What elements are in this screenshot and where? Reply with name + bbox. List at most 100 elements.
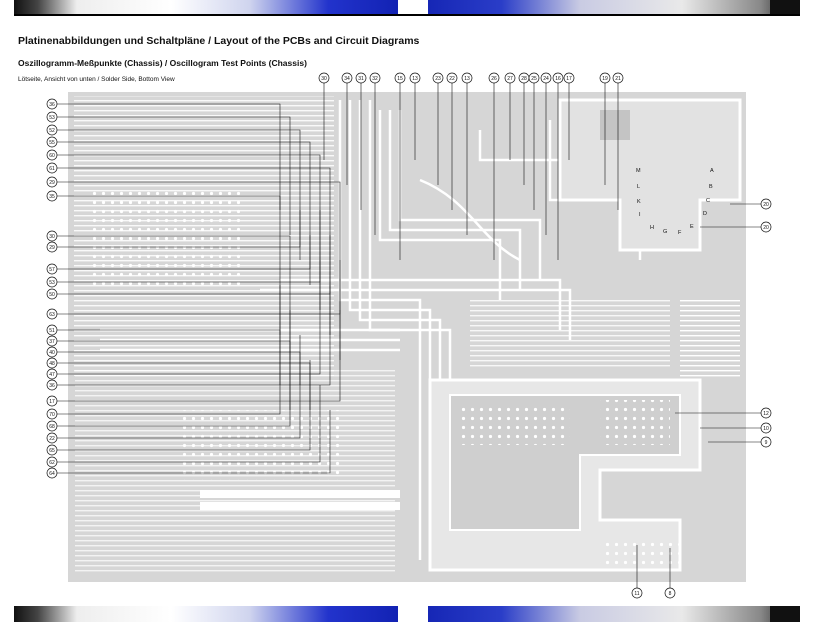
svg-text:64: 64: [49, 471, 55, 477]
test-point-left-37: 37: [46, 335, 58, 347]
svg-text:29: 29: [49, 180, 55, 186]
test-point-top-13: 13: [461, 72, 473, 84]
pcb-layout-diagram: M L K I H G F E D C B A 3653525560612935…: [46, 72, 772, 599]
svg-text:65: 65: [49, 448, 55, 454]
svg-text:34: 34: [344, 76, 350, 82]
svg-text:60: 60: [49, 153, 55, 159]
test-point-left-53: 53: [46, 111, 58, 123]
svg-text:13: 13: [464, 76, 470, 82]
svg-text:63: 63: [49, 312, 55, 318]
test-point-left-68: 68: [46, 420, 58, 432]
svg-text:51: 51: [49, 328, 55, 334]
svg-text:21: 21: [615, 76, 621, 82]
svg-text:68: 68: [49, 424, 55, 430]
connector-letter: G: [663, 229, 667, 235]
test-point-top-13: 13: [409, 72, 421, 84]
test-point-top-22: 22: [446, 72, 458, 84]
svg-text:22: 22: [49, 436, 55, 442]
test-point-bottom-8: 8: [664, 587, 676, 599]
svg-text:19: 19: [602, 76, 608, 82]
test-point-left-53: 53: [46, 276, 58, 288]
svg-text:17: 17: [49, 399, 55, 405]
svg-text:57: 57: [49, 267, 55, 273]
test-point-top-27: 27: [504, 72, 516, 84]
connector-letter: H: [650, 225, 654, 231]
test-point-right-20: 20: [760, 221, 772, 233]
test-point-left-61: 61: [46, 162, 58, 174]
test-point-left-63: 63: [46, 308, 58, 320]
test-point-top-23: 23: [432, 72, 444, 84]
svg-text:30: 30: [321, 76, 327, 82]
svg-text:8: 8: [669, 591, 672, 597]
svg-text:25: 25: [531, 76, 537, 82]
svg-text:17: 17: [566, 76, 572, 82]
svg-text:27: 27: [507, 76, 513, 82]
svg-text:62: 62: [49, 460, 55, 466]
test-point-left-22: 22: [46, 432, 58, 444]
svg-text:55: 55: [49, 140, 55, 146]
connector-letter: C: [706, 198, 710, 204]
connector-letter: L: [637, 184, 640, 190]
test-point-top-31: 31: [355, 72, 367, 84]
test-point-top-30: 30: [318, 72, 330, 84]
test-point-left-64: 64: [46, 467, 58, 479]
test-point-left-48: 48: [46, 357, 58, 369]
test-point-top-32: 32: [369, 72, 381, 84]
svg-text:10: 10: [763, 426, 769, 432]
svg-text:23: 23: [435, 76, 441, 82]
test-point-left-65: 65: [46, 444, 58, 456]
test-point-left-57: 57: [46, 263, 58, 275]
svg-text:47: 47: [49, 372, 55, 378]
svg-text:52: 52: [49, 128, 55, 134]
svg-text:35: 35: [49, 194, 55, 200]
test-point-left-30: 30: [46, 230, 58, 242]
svg-text:30: 30: [49, 234, 55, 240]
svg-text:70: 70: [49, 412, 55, 418]
test-point-left-55: 55: [46, 136, 58, 148]
test-point-top-15: 15: [394, 72, 406, 84]
test-point-top-19: 19: [599, 72, 611, 84]
test-point-left-62: 62: [46, 456, 58, 468]
svg-text:61: 61: [49, 166, 55, 172]
test-point-bottom-11: 11: [631, 587, 643, 599]
test-point-top-16: 16: [552, 72, 564, 84]
test-point-right-9: 9: [760, 436, 772, 448]
svg-text:40: 40: [49, 350, 55, 356]
svg-text:12: 12: [763, 411, 769, 417]
test-point-top-34: 34: [341, 72, 353, 84]
test-point-left-29: 29: [46, 176, 58, 188]
svg-text:11: 11: [634, 591, 639, 597]
test-point-left-60: 60: [46, 149, 58, 161]
bottom-decor-bar: [14, 606, 800, 622]
connector-letter: D: [703, 211, 707, 217]
svg-text:28: 28: [521, 76, 527, 82]
test-point-left-36: 36: [46, 379, 58, 391]
connector-letter: K: [637, 199, 641, 205]
svg-text:53: 53: [49, 280, 55, 286]
svg-text:24: 24: [543, 76, 549, 82]
test-point-left-47: 47: [46, 368, 58, 380]
svg-text:31: 31: [358, 76, 364, 82]
svg-text:22: 22: [449, 76, 455, 82]
svg-text:20: 20: [763, 202, 769, 208]
test-point-left-36: 36: [46, 98, 58, 110]
svg-text:9: 9: [765, 440, 768, 446]
connector-letter: B: [709, 184, 713, 190]
test-point-right-20: 20: [760, 198, 772, 210]
connector-letter: M: [636, 168, 641, 174]
svg-text:37: 37: [49, 339, 55, 345]
test-point-left-52: 52: [46, 124, 58, 136]
test-point-left-70: 70: [46, 408, 58, 420]
svg-text:26: 26: [491, 76, 497, 82]
test-point-top-21: 21: [612, 72, 624, 84]
test-point-top-28: 28: [518, 72, 530, 84]
test-point-top-25: 25: [528, 72, 540, 84]
svg-text:29: 29: [49, 245, 55, 251]
test-point-left-51: 51: [46, 324, 58, 336]
svg-text:36: 36: [49, 383, 55, 389]
svg-text:48: 48: [49, 361, 55, 367]
svg-text:15: 15: [397, 76, 403, 82]
test-point-top-24: 24: [540, 72, 552, 84]
svg-text:53: 53: [49, 115, 55, 121]
test-point-top-17: 17: [563, 72, 575, 84]
